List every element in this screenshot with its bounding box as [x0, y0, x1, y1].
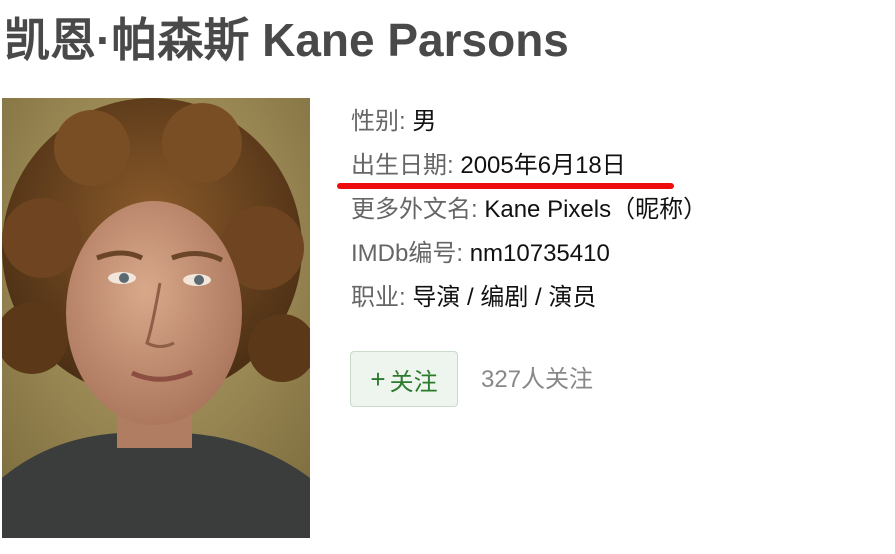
info-key: 职业:: [351, 284, 406, 311]
info-key: 更多外文名:: [351, 196, 478, 223]
info-row-other-names: 更多外文名: Kane Pixels（昵称）: [351, 192, 707, 236]
person-page: 凯恩·帕森斯 Kane Parsons 性别: 男 出生日期: 2005年6月1…: [0, 0, 895, 554]
info-value: nm10735410: [469, 240, 610, 267]
follower-count: 327人关注: [481, 366, 594, 393]
info-list: 性别: 男 出生日期: 2005年6月18日 更多外文名: Kane Pixel…: [351, 104, 707, 324]
follow-button-label: 关注: [389, 368, 438, 396]
info-key: 出生日期:: [351, 152, 454, 179]
info-key: 性别:: [351, 108, 406, 135]
info-value: 导演 / 编剧 / 演员: [412, 284, 597, 311]
info-key: IMDb编号:: [351, 240, 464, 267]
portrait-image: [2, 98, 310, 538]
person-photo[interactable]: [2, 98, 310, 538]
birthdate-underline-annotation: [337, 183, 674, 189]
info-row-imdb: IMDb编号: nm10735410: [351, 236, 707, 280]
page-title: 凯恩·帕森斯 Kane Parsons: [4, 14, 569, 66]
follow-button[interactable]: + 关注: [350, 351, 458, 407]
info-value: Kane Pixels（昵称）: [484, 196, 708, 223]
info-value: 2005年6月18日: [460, 152, 626, 179]
info-row-gender: 性别: 男: [351, 104, 707, 148]
info-value: 男: [412, 108, 437, 135]
info-row-occupation: 职业: 导演 / 编剧 / 演员: [351, 280, 707, 324]
plus-icon: +: [370, 364, 386, 394]
